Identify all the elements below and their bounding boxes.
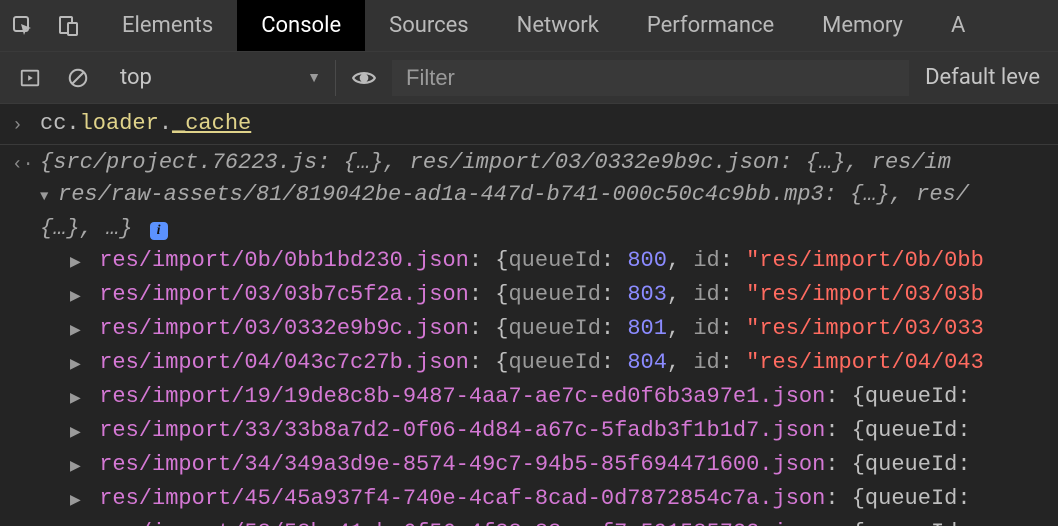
triangle-right-icon[interactable]: ▶ [70,349,86,381]
prompt-icon: › [12,108,40,142]
eye-icon[interactable] [344,52,384,103]
context-selector[interactable]: top ▼ [106,60,336,96]
entry-key: res/import/58/58bc41eb-6f56-4f38-88aa-f7… [99,520,825,526]
tab-network[interactable]: Network [493,0,623,51]
object-entry[interactable]: ▶ res/import/03/0332e9b9c.json: {queueId… [70,313,1058,347]
entry-trail: {queueId: [852,452,971,477]
triangle-right-icon[interactable]: ▶ [70,451,86,483]
triangle-right-icon[interactable]: ▶ [70,315,86,347]
tab-elements[interactable]: Elements [98,0,237,51]
entry-key: res/import/33/33b8a7d2-0f06-4d84-a67c-5f… [99,418,825,443]
log-level-selector[interactable]: Default leve [917,65,1048,90]
queue-id-value: 803 [627,282,667,307]
devtools-tabbar: Elements Console Sources Network Perform… [0,0,1058,52]
entry-trail: {queueId: [852,418,971,443]
device-toolbar-icon[interactable] [46,0,92,51]
object-entry[interactable]: ▶ res/import/58/58bc41eb-6f56-4f38-88aa-… [70,517,1058,526]
entry-trail: {queueId: [852,486,971,511]
object-entry[interactable]: ▶ res/import/33/33b8a7d2-0f06-4d84-a67c-… [70,415,1058,449]
entry-key: res/import/45/45a937f4-740e-4caf-8cad-0d… [99,486,825,511]
tab-sources[interactable]: Sources [365,0,493,51]
summary-line: {src/project.76223.js: {…}, res/import/0… [40,147,1052,179]
object-entry[interactable]: ▶ res/import/45/45a937f4-740e-4caf-8cad-… [70,483,1058,517]
chevron-down-icon: ▼ [307,69,321,86]
console-output: › cc.loader._cache ‹· {src/project.76223… [0,104,1058,526]
id-value: "res/import/03/033 [746,316,984,341]
console-toolbar: top ▼ Default leve [0,52,1058,104]
tab-console[interactable]: Console [237,0,365,51]
entry-key: res/import/19/19de8c8b-9487-4aa7-ae7c-ed… [99,384,825,409]
id-value: "res/import/04/043 [746,350,984,375]
entry-key: res/import/03/03b7c5f2a.json [99,282,469,307]
triangle-right-icon[interactable]: ▶ [70,383,86,415]
entry-trail: {queueId: [852,384,971,409]
summary-line: {…}, …} i [40,213,1052,245]
result-summary[interactable]: {src/project.76223.js: {…}, res/import/0… [40,147,1052,245]
summary-line: ▼res/raw-assets/81/819042be-ad1a-447d-b7… [40,179,1052,213]
clear-console-icon[interactable] [58,52,98,103]
object-entry[interactable]: ▶ res/import/19/19de8c8b-9487-4aa7-ae7c-… [70,381,1058,415]
filter-input[interactable] [392,60,909,96]
queue-id-value: 801 [627,316,667,341]
queue-id-value: 800 [627,248,667,273]
sidebar-toggle-icon[interactable] [10,52,50,103]
object-entry[interactable]: ▶ res/import/34/349a3d9e-8574-49c7-94b5-… [70,449,1058,483]
id-value: "res/import/03/03b [746,282,984,307]
entry-key: res/import/03/0332e9b9c.json [99,316,469,341]
object-entry[interactable]: ▶ res/import/0b/0bb1bd230.json: {queueId… [70,245,1058,279]
object-entries: ▶ res/import/0b/0bb1bd230.json: {queueId… [0,245,1058,526]
tab-performance[interactable]: Performance [623,0,798,51]
context-value: top [120,65,152,90]
triangle-down-icon[interactable]: ▼ [40,181,56,213]
entry-key: res/import/04/043c7c27b.json [99,350,469,375]
info-badge-icon[interactable]: i [150,222,168,240]
triangle-right-icon[interactable]: ▶ [70,485,86,517]
console-result-row: ‹· {src/project.76223.js: {…}, res/impor… [0,144,1058,245]
triangle-right-icon[interactable]: ▶ [70,247,86,279]
entry-key: res/import/0b/0bb1bd230.json [99,248,469,273]
console-input-row: › cc.loader._cache [0,108,1058,142]
entry-key: res/import/34/349a3d9e-8574-49c7-94b5-85… [99,452,825,477]
result-icon: ‹· [12,147,40,181]
inspect-element-icon[interactable] [0,0,46,51]
tab-memory[interactable]: Memory [798,0,927,51]
triangle-right-icon[interactable]: ▶ [70,519,86,526]
triangle-right-icon[interactable]: ▶ [70,281,86,313]
object-entry[interactable]: ▶ res/import/04/043c7c27b.json: {queueId… [70,347,1058,381]
expression[interactable]: cc.loader._cache [40,108,1052,140]
queue-id-value: 804 [627,350,667,375]
tab-application[interactable]: A [927,0,989,51]
id-value: "res/import/0b/0bb [746,248,984,273]
tabs: Elements Console Sources Network Perform… [98,0,989,51]
triangle-right-icon[interactable]: ▶ [70,417,86,449]
object-entry[interactable]: ▶ res/import/03/03b7c5f2a.json: {queueId… [70,279,1058,313]
entry-trail: {queueId: [852,520,971,526]
